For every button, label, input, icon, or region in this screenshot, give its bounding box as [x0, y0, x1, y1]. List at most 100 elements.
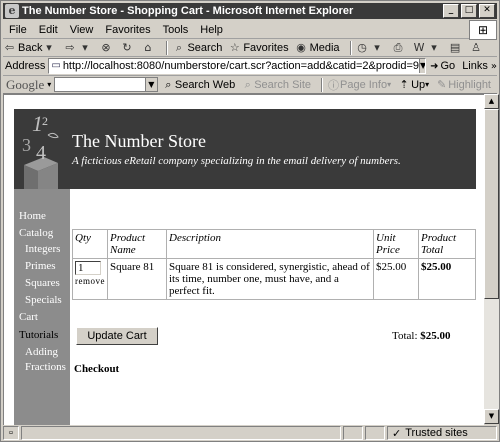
dropdown-icon[interactable]: ▾ [428, 41, 441, 54]
discuss-button[interactable]: ▤ [449, 41, 464, 54]
forward-arrow-icon: ⇨ [65, 41, 75, 54]
cart-header-row: Qty Product Name Description Unit Price Pr… [72, 229, 476, 259]
highlighter-icon: ✎ [437, 78, 447, 91]
go-label: Go [440, 60, 456, 72]
number-store-logo: 1 2 3 4 [22, 111, 59, 189]
nav-primes[interactable]: Primes [25, 260, 56, 272]
scroll-down-arrow-icon[interactable]: ▼ [484, 409, 499, 424]
address-url: http://localhost:8080/numberstore/cart.s… [62, 60, 420, 72]
menu-tools[interactable]: Tools [157, 24, 195, 36]
back-arrow-icon: ⇦ [4, 41, 15, 54]
status-page-icon: ▫ [3, 426, 19, 440]
page-info-button[interactable]: ⓘ Page Info ▾ [327, 77, 391, 93]
refresh-button[interactable]: ↻ [120, 41, 135, 54]
total-label: Total: [392, 330, 418, 342]
menu-bar: File Edit View Favorites Tools Help [3, 21, 497, 39]
nav-squares[interactable]: Squares [25, 277, 60, 289]
close-button[interactable]: ✕ [479, 4, 495, 18]
vertical-scrollbar[interactable]: ▲ ▼ [484, 94, 499, 424]
links-button[interactable]: Links [462, 60, 488, 72]
trusted-sites-icon: ✓ [392, 426, 402, 440]
dropdown-icon[interactable]: ▾ [387, 80, 391, 89]
google-logo: Google [6, 76, 45, 92]
menu-view[interactable]: View [64, 24, 100, 36]
print-button[interactable]: ⎙ [392, 41, 407, 54]
messenger-button[interactable]: ♙ [470, 41, 485, 54]
dropdown-icon[interactable]: ▾ [42, 41, 55, 54]
qty-input[interactable] [75, 261, 101, 275]
nav-fractions[interactable]: Fractions [25, 361, 66, 373]
highlight-button[interactable]: ✎ Highlight [435, 78, 491, 91]
go-arrow-icon: ➜ [430, 60, 439, 72]
status-text [21, 426, 341, 440]
media-button[interactable]: ◉ Media [295, 41, 339, 54]
up-button[interactable]: ⇡ Up ▾ [397, 78, 430, 91]
address-input[interactable]: ▭ http://localhost:8080/numberstore/cart… [48, 58, 427, 74]
menu-edit[interactable]: Edit [33, 24, 64, 36]
toolbar-separator [166, 40, 169, 55]
page-content: 1 2 3 4 The Number Store A ficticious eR… [3, 94, 484, 425]
menu-favorites[interactable]: Favorites [99, 24, 156, 36]
header-product-name: Product Name [107, 229, 167, 259]
header-name-label: Name [110, 244, 136, 256]
svg-text:3: 3 [22, 135, 31, 155]
favorites-icon: ☆ [229, 41, 240, 54]
cart-item-row: remove Square 81 Square 81 is considered… [72, 258, 476, 300]
forward-button[interactable]: ⇨ ▾ [63, 41, 93, 54]
dropdown-icon[interactable]: ▾ [78, 41, 91, 54]
search-web-label: Search Web [174, 78, 236, 91]
remove-link[interactable]: remove [75, 276, 105, 286]
messenger-icon: ♙ [471, 41, 481, 54]
search-button[interactable]: ⌕ Search [172, 41, 222, 54]
nav-integers[interactable]: Integers [25, 243, 60, 255]
links-chevron-icon[interactable]: » [491, 61, 497, 72]
google-menu-icon[interactable]: ▾ [47, 80, 51, 89]
search-icon: ⌕ [175, 41, 183, 54]
minimize-button[interactable]: _ [443, 4, 459, 18]
search-site-button[interactable]: ⌕ Search Site [241, 78, 311, 92]
edit-button[interactable]: W ▾ [413, 41, 443, 54]
scroll-thumb[interactable] [484, 109, 499, 299]
menu-help[interactable]: Help [194, 24, 229, 36]
update-cart-button[interactable]: Update Cart [76, 327, 158, 345]
google-dropdown-icon[interactable]: ▼ [144, 78, 157, 91]
header-qty: Qty [72, 229, 108, 259]
nav-specials[interactable]: Specials [25, 294, 62, 306]
go-button[interactable]: ➜ Go [430, 60, 455, 72]
nav-catalog[interactable]: Catalog [19, 227, 53, 239]
unit-price-cell: $25.00 [373, 258, 419, 300]
status-zone: ✓ Trusted sites [387, 426, 497, 440]
status-progress [343, 426, 363, 440]
checkout-link[interactable]: Checkout [74, 363, 119, 375]
search-web-button[interactable]: ⌕ Search Web [162, 78, 235, 92]
info-icon: ⓘ [328, 78, 339, 92]
favorites-button[interactable]: ☆ Favorites [228, 41, 289, 54]
dropdown-icon[interactable]: ▾ [425, 80, 429, 89]
header-qty-label: Qty [75, 232, 91, 244]
dropdown-icon[interactable]: ▾ [371, 41, 384, 54]
header-product-total: Product Total [418, 229, 476, 259]
header-price-label: Price [376, 244, 400, 256]
scroll-up-arrow-icon[interactable]: ▲ [484, 94, 499, 109]
nav-tutorials[interactable]: Tutorials [19, 329, 58, 341]
address-label: Address [5, 60, 46, 72]
media-icon: ◉ [296, 41, 306, 54]
address-dropdown-icon[interactable]: ▼ [419, 59, 426, 73]
history-button[interactable]: ◷ ▾ [356, 41, 386, 54]
header-unit-label: Unit [376, 232, 396, 244]
nav-cart[interactable]: Cart [19, 311, 38, 323]
address-bar: Address ▭ http://localhost:8080/numberst… [3, 57, 497, 76]
back-button[interactable]: ⇦ Back ▾ [3, 41, 57, 54]
word-icon: W [413, 41, 425, 54]
nav-home[interactable]: Home [19, 210, 46, 222]
stop-button[interactable]: ⊗ [99, 41, 114, 54]
google-search-input[interactable]: ▼ [54, 77, 158, 92]
maximize-button[interactable]: □ [461, 4, 477, 18]
nav-adding[interactable]: Adding [25, 346, 58, 358]
discuss-icon: ▤ [449, 41, 461, 54]
menu-file[interactable]: File [3, 24, 33, 36]
product-name-cell: Square 81 [107, 258, 167, 300]
title-bar: e The Number Store - Shopping Cart - Mic… [3, 3, 497, 19]
up-label: Up [411, 78, 426, 91]
home-button[interactable]: ⌂ [141, 41, 156, 54]
